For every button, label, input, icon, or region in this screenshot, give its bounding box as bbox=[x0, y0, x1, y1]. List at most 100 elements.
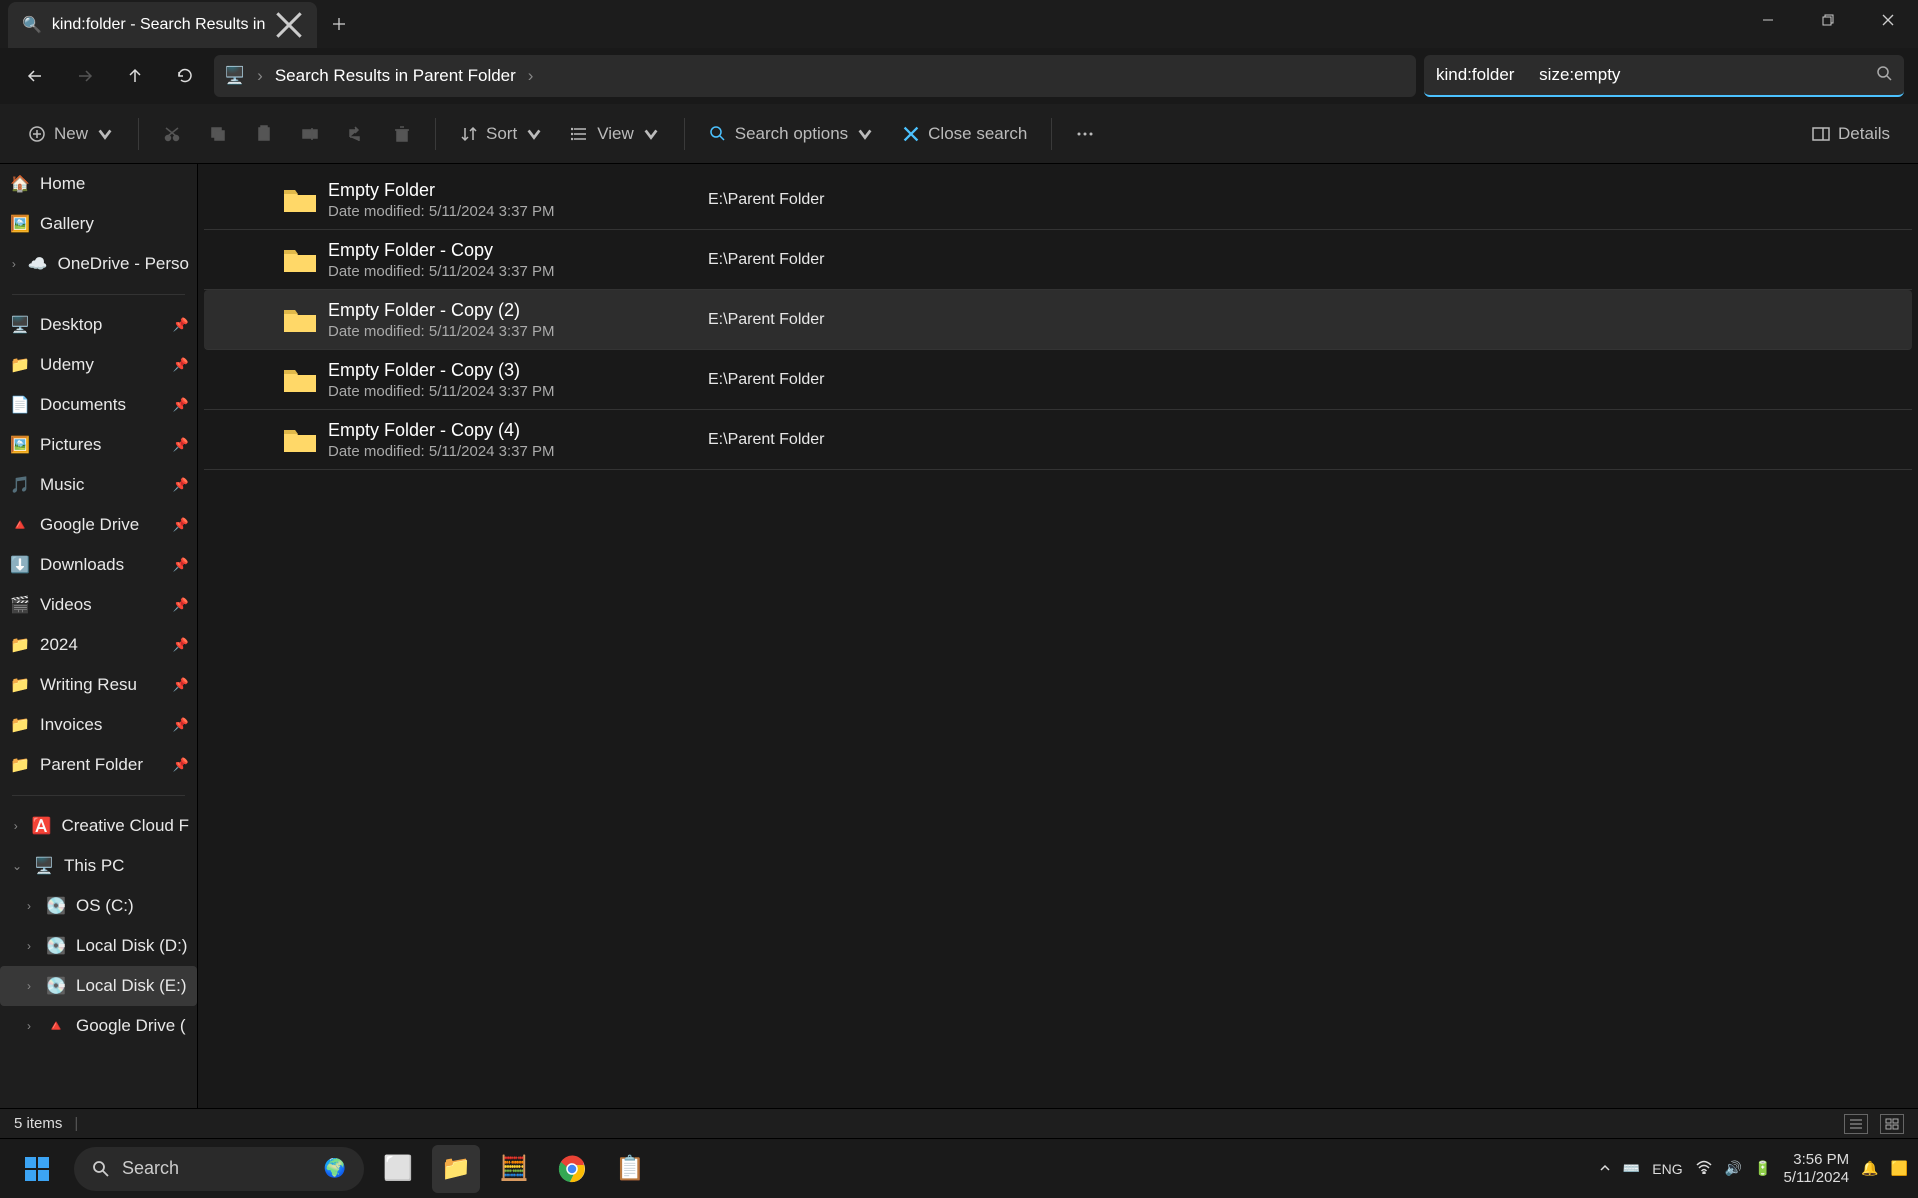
view-button[interactable]: View bbox=[561, 114, 670, 154]
sort-button[interactable]: Sort bbox=[450, 114, 553, 154]
sidebar-item[interactable]: 📁Invoices📌 bbox=[0, 705, 197, 745]
sidebar-item[interactable]: 🎵Music📌 bbox=[0, 465, 197, 505]
details-view-toggle[interactable] bbox=[1844, 1114, 1868, 1134]
search-results-list[interactable]: Empty FolderDate modified: 5/11/2024 3:3… bbox=[198, 164, 1918, 1108]
sidebar-item[interactable]: ›🅰️Creative Cloud F bbox=[0, 806, 197, 846]
chrome-taskbar-button[interactable] bbox=[548, 1145, 596, 1193]
volume-icon[interactable]: 🔊 bbox=[1725, 1160, 1742, 1177]
rename-button[interactable] bbox=[291, 114, 329, 154]
pin-icon[interactable]: 📌 bbox=[173, 517, 189, 533]
task-view-button[interactable]: ⬜ bbox=[374, 1145, 422, 1193]
sidebar-item[interactable]: 📄Documents📌 bbox=[0, 385, 197, 425]
file-explorer-taskbar-button[interactable]: 📁 bbox=[432, 1145, 480, 1193]
navigation-sidebar[interactable]: 🏠Home🖼️Gallery›☁️OneDrive - Perso 🖥️Deskt… bbox=[0, 164, 198, 1108]
app-taskbar-button[interactable]: 📋 bbox=[606, 1145, 654, 1193]
sidebar-item[interactable]: 🖼️Pictures📌 bbox=[0, 425, 197, 465]
forward-button[interactable] bbox=[64, 55, 106, 97]
sidebar-item[interactable]: 📁Udemy📌 bbox=[0, 345, 197, 385]
share-button[interactable] bbox=[337, 114, 375, 154]
pin-icon[interactable]: 📌 bbox=[173, 317, 189, 333]
maximize-button[interactable] bbox=[1798, 0, 1858, 40]
large-icons-view-toggle[interactable] bbox=[1880, 1114, 1904, 1134]
sidebar-item[interactable]: 🔺Google Drive📌 bbox=[0, 505, 197, 545]
pin-icon[interactable]: 📌 bbox=[173, 677, 189, 693]
search-result-row[interactable]: Empty Folder - Copy (2)Date modified: 5/… bbox=[204, 290, 1912, 350]
pin-icon[interactable]: 📌 bbox=[173, 717, 189, 733]
sidebar-item-label: Google Drive ( bbox=[76, 1016, 186, 1036]
system-tray[interactable]: ⌨️ ENG 🔊 🔋 3:56 PM 5/11/2024 🔔 🟨 bbox=[1599, 1151, 1908, 1187]
cut-button[interactable] bbox=[153, 114, 191, 154]
taskbar-clock[interactable]: 3:56 PM 5/11/2024 bbox=[1784, 1151, 1850, 1187]
sidebar-item[interactable]: ⬇️Downloads📌 bbox=[0, 545, 197, 585]
expand-chevron-icon[interactable]: › bbox=[22, 979, 36, 993]
refresh-button[interactable] bbox=[164, 55, 206, 97]
tab-close-button[interactable] bbox=[275, 11, 303, 39]
search-result-row[interactable]: Empty FolderDate modified: 5/11/2024 3:3… bbox=[204, 170, 1912, 230]
chevron-right-icon[interactable]: › bbox=[253, 66, 267, 86]
sidebar-item[interactable]: 📁2024📌 bbox=[0, 625, 197, 665]
delete-button[interactable] bbox=[383, 114, 421, 154]
pin-icon[interactable]: 📌 bbox=[173, 477, 189, 493]
chevron-right-icon[interactable]: › bbox=[524, 66, 538, 86]
new-button[interactable]: New bbox=[18, 114, 124, 154]
breadcrumb-segment[interactable]: Search Results in Parent Folder bbox=[275, 66, 516, 86]
sidebar-item[interactable]: 🖼️Gallery bbox=[0, 204, 197, 244]
expand-chevron-icon[interactable]: › bbox=[10, 257, 18, 271]
search-query-part: size:empty bbox=[1539, 65, 1620, 85]
search-result-row[interactable]: Empty Folder - Copy (3)Date modified: 5/… bbox=[204, 350, 1912, 410]
expand-chevron-icon[interactable]: › bbox=[22, 899, 36, 913]
sidebar-item[interactable]: 📁Writing Resu📌 bbox=[0, 665, 197, 705]
pin-icon[interactable]: 📌 bbox=[173, 757, 189, 773]
close-search-button[interactable]: Close search bbox=[892, 114, 1037, 154]
search-input[interactable]: kind:folder size:empty bbox=[1424, 55, 1904, 97]
paste-button[interactable] bbox=[245, 114, 283, 154]
pin-icon[interactable]: 📌 bbox=[173, 557, 189, 573]
sidebar-item[interactable]: 📁Parent Folder📌 bbox=[0, 745, 197, 785]
notifications-button[interactable]: 🔔 bbox=[1861, 1160, 1878, 1177]
folder-icon: 📁 bbox=[10, 675, 30, 695]
arrow-up-icon bbox=[126, 67, 144, 85]
details-pane-button[interactable]: Details bbox=[1802, 114, 1900, 154]
calculator-taskbar-button[interactable]: 🧮 bbox=[490, 1145, 538, 1193]
expand-chevron-icon[interactable]: › bbox=[22, 939, 36, 953]
back-button[interactable] bbox=[14, 55, 56, 97]
address-bar[interactable]: 🖥️ › Search Results in Parent Folder › bbox=[214, 55, 1416, 97]
sidebar-item[interactable]: ›💽Local Disk (E:) bbox=[0, 966, 197, 1006]
pin-icon[interactable]: 📌 bbox=[173, 637, 189, 653]
new-tab-button[interactable] bbox=[325, 10, 353, 38]
sidebar-item[interactable]: 🎬Videos📌 bbox=[0, 585, 197, 625]
pin-icon[interactable]: 📌 bbox=[173, 597, 189, 613]
search-result-row[interactable]: Empty Folder - CopyDate modified: 5/11/2… bbox=[204, 230, 1912, 290]
sidebar-item[interactable]: 🖥️Desktop📌 bbox=[0, 305, 197, 345]
expand-chevron-icon[interactable]: › bbox=[22, 1019, 36, 1033]
expand-chevron-icon[interactable]: › bbox=[10, 819, 22, 833]
expand-chevron-icon[interactable]: ⌄ bbox=[10, 859, 24, 873]
copy-button[interactable] bbox=[199, 114, 237, 154]
pin-icon[interactable]: 📌 bbox=[173, 437, 189, 453]
more-button[interactable] bbox=[1066, 114, 1104, 154]
start-button[interactable] bbox=[10, 1145, 64, 1193]
close-window-button[interactable] bbox=[1858, 0, 1918, 40]
sidebar-item[interactable]: 🏠Home bbox=[0, 164, 197, 204]
sidebar-item[interactable]: ›🔺Google Drive ( bbox=[0, 1006, 197, 1046]
keyboard-icon[interactable]: ⌨️ bbox=[1623, 1160, 1640, 1177]
window-tab[interactable]: 🔍 kind:folder - Search Results in bbox=[8, 2, 317, 48]
taskbar-search[interactable]: Search 🌍 bbox=[74, 1147, 364, 1191]
search-result-row[interactable]: Empty Folder - Copy (4)Date modified: 5/… bbox=[204, 410, 1912, 470]
tray-app-icon[interactable]: 🟨 bbox=[1891, 1160, 1908, 1177]
monitor-icon: 🖥️ bbox=[224, 66, 245, 86]
wifi-icon[interactable] bbox=[1695, 1160, 1713, 1177]
input-language[interactable]: ENG bbox=[1652, 1161, 1682, 1177]
sidebar-item[interactable]: ⌄🖥️This PC bbox=[0, 846, 197, 886]
battery-icon[interactable]: 🔋 bbox=[1754, 1160, 1771, 1177]
tray-overflow-button[interactable] bbox=[1599, 1161, 1611, 1177]
minimize-button[interactable] bbox=[1738, 0, 1798, 40]
sidebar-item[interactable]: ›💽Local Disk (D:) bbox=[0, 926, 197, 966]
pin-icon[interactable]: 📌 bbox=[173, 397, 189, 413]
sidebar-item[interactable]: ›☁️OneDrive - Perso bbox=[0, 244, 197, 284]
search-options-button[interactable]: Search options bbox=[699, 114, 884, 154]
up-button[interactable] bbox=[114, 55, 156, 97]
sidebar-item[interactable]: ›💽OS (C:) bbox=[0, 886, 197, 926]
search-icon[interactable] bbox=[1876, 65, 1892, 86]
pin-icon[interactable]: 📌 bbox=[173, 357, 189, 373]
